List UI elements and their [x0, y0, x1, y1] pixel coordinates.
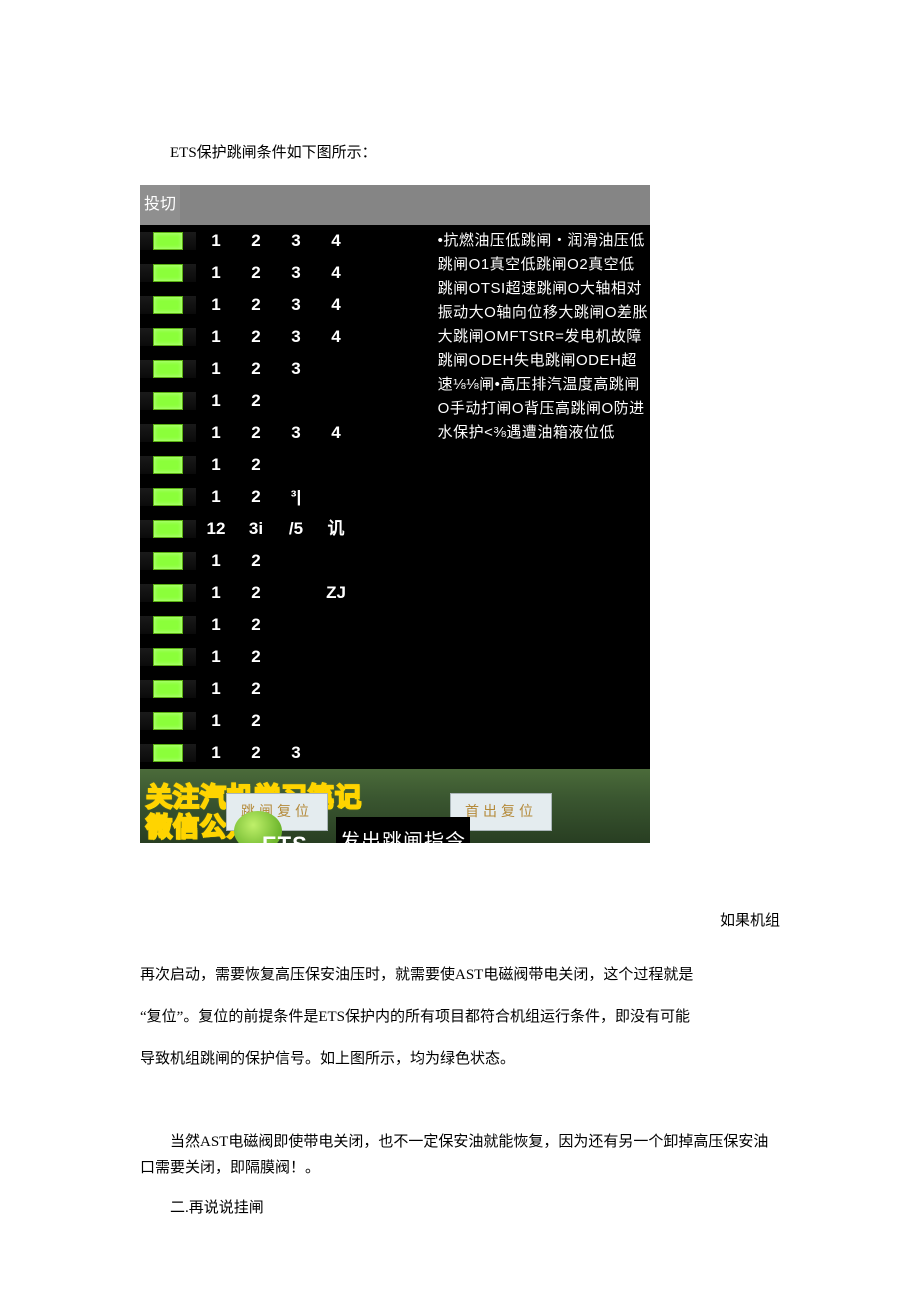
trip-reason-text: •抗燃油压低跳闸・润滑油压低跳闸O1真空低跳闸O2真空低跳闸OTSI超速跳闸O大… — [436, 225, 650, 769]
status-lamp — [153, 232, 183, 250]
status-lamp — [153, 520, 183, 538]
lamp-cell — [140, 296, 196, 314]
screenshot-footer: 关注汽机学习笔记 微信公众号 跳闸复位 首出复位 ETS 发出跳闸指令 — [140, 769, 650, 843]
lamp-cell — [140, 616, 196, 634]
channel-number: 2 — [236, 733, 276, 774]
trip-command-label: 发出跳闸指令 — [336, 817, 470, 843]
status-lamp — [153, 296, 183, 314]
lamp-cell — [140, 520, 196, 538]
lamp-cell — [140, 712, 196, 730]
status-lamp — [153, 680, 183, 698]
status-lamp — [153, 616, 183, 634]
lamp-cell — [140, 584, 196, 602]
chip-label: 投切 — [140, 185, 180, 225]
paragraph-2: “复位”。复位的前提条件是ETS保护内的所有项目都符合机组运行条件，即没有可能 — [140, 996, 780, 1038]
lamp-cell — [140, 264, 196, 282]
lamp-cell — [140, 232, 196, 250]
bold-paragraph: 当然AST电磁阀即使带电关闭，也不一定保安油就能恢复，因为还有另一个卸掉高压保安… — [140, 1130, 780, 1181]
lamp-cell — [140, 744, 196, 762]
status-lamp — [153, 552, 183, 570]
channel-numbers: 123 — [196, 733, 436, 774]
channel-number — [316, 733, 356, 774]
screenshot-header: 投切 — [140, 185, 650, 225]
lamp-cell — [140, 648, 196, 666]
lamp-cell — [140, 488, 196, 506]
lamp-cell — [140, 360, 196, 378]
intro-text: ETS保护跳闸条件如下图所示： — [140, 135, 780, 171]
document-page: ETS保护跳闸条件如下图所示： 投切 123412341234123412312… — [0, 0, 920, 1297]
ets-label: ETS — [262, 819, 308, 843]
status-lamp — [153, 392, 183, 410]
status-lamp — [153, 744, 183, 762]
status-row: 123 — [140, 737, 436, 769]
status-lamp — [153, 712, 183, 730]
screenshot-body: 12341234123412341231212341212³|123i/5讥12… — [140, 225, 650, 769]
status-lamp — [153, 456, 183, 474]
paragraph-3: 导致机组跳闸的保护信号。如上图所示，均为绿色状态。 — [140, 1038, 780, 1080]
status-lamp — [153, 648, 183, 666]
status-lamp — [153, 328, 183, 346]
trailing-text: 如果机组 — [140, 903, 780, 939]
status-lamp — [153, 488, 183, 506]
section-title: 二.再说说挂闸 — [140, 1196, 780, 1222]
lamp-cell — [140, 392, 196, 410]
paragraph-1: 再次启动，需要恢复高压保安油压时，就需要使AST电磁阀带电关闭，这个过程就是 — [140, 954, 780, 996]
lamp-cell — [140, 424, 196, 442]
status-lamp — [153, 584, 183, 602]
status-lamp — [153, 264, 183, 282]
lamp-cell — [140, 328, 196, 346]
lamp-cell — [140, 456, 196, 474]
channel-number: 1 — [196, 733, 236, 774]
status-lamp — [153, 424, 183, 442]
status-rows: 12341234123412341231212341212³|123i/5讥12… — [140, 225, 436, 769]
ets-screenshot: 投切 12341234123412341231212341212³|123i/5… — [140, 185, 650, 843]
channel-number: 3 — [276, 733, 316, 774]
status-lamp — [153, 360, 183, 378]
lamp-cell — [140, 552, 196, 570]
lamp-cell — [140, 680, 196, 698]
